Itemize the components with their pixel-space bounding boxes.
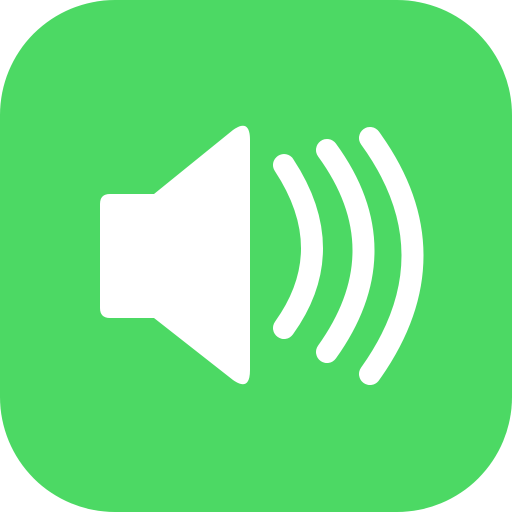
- app-icon-background: [0, 0, 512, 512]
- app-icon[interactable]: [0, 0, 512, 512]
